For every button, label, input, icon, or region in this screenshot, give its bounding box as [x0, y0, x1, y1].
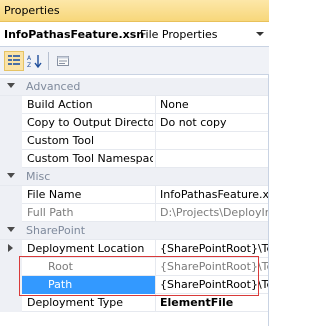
column-divider: [155, 240, 156, 258]
property-row-root[interactable]: Root {SharePointRoot}\Te: [0, 258, 269, 276]
property-value[interactable]: {SharePointRoot}\Te: [160, 242, 268, 255]
collapse-icon[interactable]: [7, 227, 15, 232]
toolbar-separator: [48, 52, 49, 70]
property-value: {SharePointRoot}\Te: [160, 260, 269, 273]
column-divider: [155, 96, 156, 114]
row-gutter: [0, 186, 22, 204]
categorized-button[interactable]: [4, 51, 24, 71]
row-gutter: [0, 150, 22, 168]
property-row-custom-tool-namespace[interactable]: Custom Tool Namespac: [0, 150, 268, 168]
property-row-custom-tool[interactable]: Custom Tool: [0, 132, 268, 150]
property-value[interactable]: InfoPathasFeature.xs: [160, 188, 268, 201]
properties-toolbar: A Z: [0, 47, 269, 75]
property-row-file-name[interactable]: File Name InfoPathasFeature.xs: [0, 186, 268, 204]
property-label: Root: [48, 260, 73, 273]
column-divider: [155, 294, 156, 312]
property-grid: Advanced Build Action None Copy to Outpu…: [0, 75, 269, 326]
property-label: Custom Tool Namespac: [27, 152, 153, 165]
column-divider: [155, 114, 156, 132]
category-label: Misc: [26, 170, 51, 183]
property-value[interactable]: Do not copy: [160, 116, 268, 129]
row-gutter: [0, 276, 22, 294]
property-label: Path: [48, 278, 73, 291]
alphabetical-icon: A Z: [27, 55, 42, 68]
object-kind: File Properties: [140, 28, 218, 41]
object-selector[interactable]: InfoPathasFeature.xsn File Properties: [0, 22, 269, 47]
column-divider: [155, 186, 156, 204]
row-gutter: [0, 132, 22, 150]
property-value: D:\Projects\DeployIn: [160, 206, 269, 219]
category-label: SharePoint: [26, 224, 86, 237]
row-gutter: [0, 114, 22, 132]
property-value[interactable]: ElementFile: [160, 296, 268, 309]
column-divider: [155, 258, 156, 276]
window-title: Properties: [4, 4, 60, 17]
category-sharepoint[interactable]: SharePoint: [0, 222, 268, 240]
property-label: Deployment Location: [27, 242, 145, 255]
row-gutter: [0, 258, 22, 276]
category-label: Advanced: [26, 80, 81, 93]
property-label: Copy to Output Director: [27, 116, 153, 129]
row-gutter: [0, 204, 22, 222]
row-gutter: [0, 294, 22, 312]
property-row-copy-to-output[interactable]: Copy to Output Director Do not copy: [0, 114, 268, 132]
category-misc[interactable]: Misc: [0, 168, 268, 186]
row-gutter: [0, 240, 22, 258]
alphabetical-button[interactable]: A Z: [25, 51, 45, 71]
property-label: Deployment Type: [27, 296, 124, 309]
object-name: InfoPathasFeature.xsn: [4, 28, 145, 41]
property-label: Full Path: [27, 206, 74, 219]
column-divider: [155, 150, 156, 168]
property-label: File Name: [27, 188, 82, 201]
properties-titlebar: Properties: [0, 0, 269, 22]
collapse-icon[interactable]: [7, 173, 15, 178]
property-label: Build Action: [27, 98, 93, 111]
property-value[interactable]: {SharePointRoot}\Te: [160, 278, 268, 291]
collapse-icon[interactable]: [7, 83, 15, 88]
expand-icon[interactable]: [8, 244, 13, 252]
row-gutter: [0, 96, 22, 114]
chevron-down-icon[interactable]: [253, 26, 267, 42]
svg-text:A: A: [27, 55, 32, 62]
column-divider: [155, 204, 156, 222]
property-pages-icon: [57, 56, 69, 66]
property-value[interactable]: None: [160, 98, 268, 111]
property-row-path[interactable]: Path {SharePointRoot}\Te: [0, 276, 268, 294]
column-divider: [155, 276, 156, 294]
property-row-build-action[interactable]: Build Action None: [0, 96, 268, 114]
property-row-deployment-type[interactable]: Deployment Type ElementFile: [0, 294, 268, 312]
svg-text:Z: Z: [27, 62, 31, 68]
column-divider: [155, 132, 156, 150]
category-advanced[interactable]: Advanced: [0, 78, 268, 96]
property-row-deployment-location[interactable]: Deployment Location {SharePointRoot}\Te: [0, 240, 268, 258]
categorized-icon: [8, 55, 20, 65]
property-row-full-path[interactable]: Full Path D:\Projects\DeployIn: [0, 204, 269, 222]
property-label: Custom Tool: [27, 134, 95, 147]
property-pages-button[interactable]: [53, 51, 73, 71]
